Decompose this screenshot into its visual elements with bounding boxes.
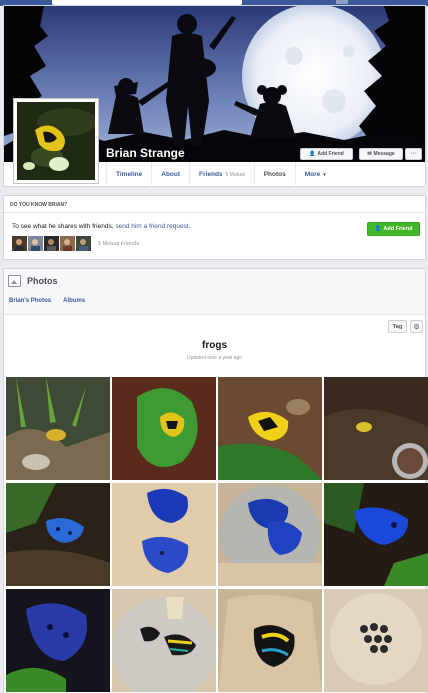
message-button[interactable]: ✉ Message [359,148,403,160]
photo-tile[interactable] [324,377,428,480]
profile-name[interactable]: Brian Strange [106,146,185,160]
chevron-down-icon: ▾ [323,171,326,178]
add-person-icon: 👤 [374,226,382,232]
photos-icon [8,275,21,287]
subnav-brians-photos[interactable]: Brian's Photos [9,298,51,304]
add-friend-label: Add Friend [317,151,344,157]
top-bar-icon[interactable] [336,0,348,4]
photo-tile[interactable] [218,589,322,692]
message-icon: ✉ [367,151,372,157]
album-updated: Updated over a year ago [186,355,243,361]
tab-friends-label: Friends [199,171,223,178]
mutual-friend-avatar[interactable] [12,236,27,251]
tab-about-label: About [161,171,181,178]
profile-header: Brian Strange 👤 Add Friend ✉ Message ···… [3,5,426,187]
photos-subnav: Brian's Photos Albums [9,298,85,304]
photo-tile[interactable] [112,377,216,480]
know-heading: DO YOU KNOW BRIAN? [4,196,425,213]
mutual-friend-avatar[interactable] [60,236,75,251]
photos-section: Photos Brian's Photos Albums Tag ⚙ frogs… [3,268,428,693]
album-title: frogs [202,340,227,351]
photo-tile[interactable] [6,377,110,480]
add-friend-green-label: Add Friend [383,226,413,232]
tab-about[interactable]: About [151,162,189,187]
gear-icon[interactable]: ⚙ [410,320,423,333]
more-options-button[interactable]: ··· [405,148,422,160]
mutual-friend-avatar[interactable] [28,236,43,251]
mutual-friends[interactable]: 5 Mutual Friends [12,236,139,251]
tag-button[interactable]: Tag [388,320,407,333]
photos-header: Photos Brian's Photos Albums [4,269,425,315]
more-options-label: ··· [411,151,416,157]
photo-tile[interactable] [6,483,110,586]
tab-timeline-label: Timeline [116,171,143,178]
photo-tile[interactable] [6,589,110,692]
mutual-friend-avatar[interactable] [44,236,59,251]
profile-picture[interactable] [13,98,99,184]
subnav-albums[interactable]: Albums [63,298,85,304]
friend-request-link[interactable]: send him a friend request. [115,223,190,230]
photo-tile[interactable] [324,589,428,692]
friend-request-text: To see what he shares with friends, [12,223,116,230]
photo-tile[interactable] [112,483,216,586]
tab-more[interactable]: More ▾ [294,162,335,187]
tab-more-label: More [304,171,321,178]
message-label: Message [373,151,395,157]
photo-tile[interactable] [218,483,322,586]
add-friend-button[interactable]: 👤 Add Friend [300,148,353,160]
photo-tile[interactable] [112,589,216,692]
add-friend-green-button[interactable]: 👤 Add Friend [367,222,420,236]
photo-tile[interactable] [324,483,428,586]
tab-photos[interactable]: Photos [253,162,295,187]
mutual-friend-avatar[interactable] [76,236,91,251]
mutual-friends-label[interactable]: 5 Mutual Friends [98,241,139,247]
friend-request-prompt: To see what he shares with friends, send… [12,223,191,230]
tab-friends-count: 5 Mutual [225,171,245,178]
photos-title-label: Photos [27,276,58,286]
tab-friends[interactable]: Friends 5 Mutual [189,162,254,187]
know-user-card: DO YOU KNOW BRIAN? To see what he shares… [3,195,426,260]
photos-title[interactable]: Photos [8,275,58,287]
photo-tile[interactable] [218,377,322,480]
add-person-icon: 👤 [309,151,316,157]
tab-timeline[interactable]: Timeline [106,162,151,187]
tab-photos-label: Photos [263,171,286,178]
